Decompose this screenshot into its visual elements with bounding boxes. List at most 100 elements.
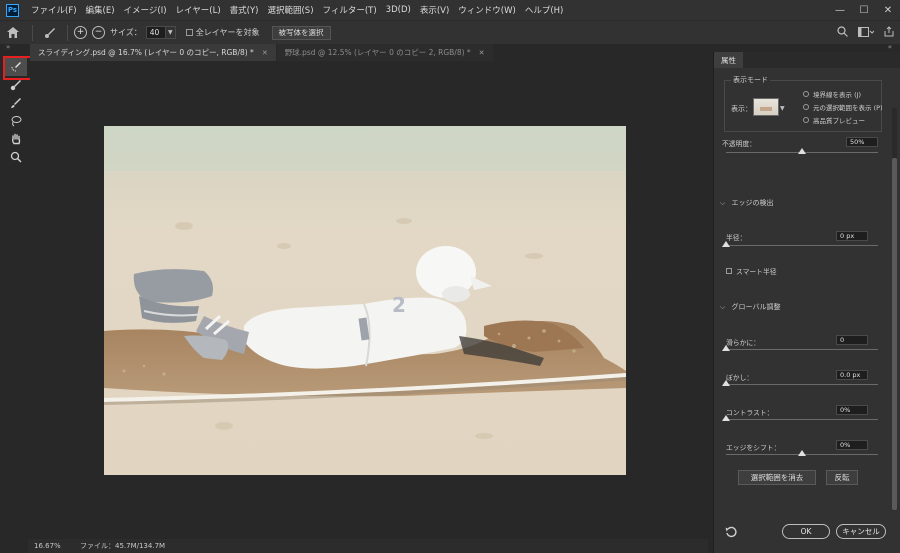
options-right-icons <box>837 21 894 45</box>
size-input[interactable]: 40 <box>145 26 166 39</box>
menu-window[interactable]: ウィンドウ(W) <box>458 4 516 16</box>
global-refinements-title: グローバル調整 <box>731 303 781 311</box>
shift-edge-input[interactable]: 0% <box>836 440 868 450</box>
menu-edit[interactable]: 編集(E) <box>86 4 115 16</box>
shift-edge-label: エッジをシフト： <box>726 444 781 452</box>
document-tabs: スライディング.psd @ 16.7% (レイヤー 0 のコピー, RGB/8)… <box>30 44 708 61</box>
show-original-label: 元の選択範囲を表示 (P) <box>813 104 883 112</box>
radius-input[interactable]: 0 px <box>836 231 868 241</box>
ok-button[interactable]: OK <box>782 524 830 539</box>
menu-filter[interactable]: フィルター(T) <box>323 4 377 16</box>
collapse-panel-icon[interactable]: « <box>888 43 892 51</box>
zoom-level[interactable]: 16.67% <box>28 542 68 550</box>
show-edge-checkbox[interactable] <box>803 91 809 97</box>
edge-detection-title: エッジの検出 <box>731 199 774 207</box>
opacity-slider[interactable] <box>726 148 878 154</box>
contrast-slider[interactable] <box>722 415 878 421</box>
minimize-button[interactable]: — <box>828 0 852 20</box>
properties-panel: 属性 表示モード 表示： ▼ 境界線を表示 (J) 元の選択範囲を表示 (P) … <box>713 52 900 553</box>
tab-baseball[interactable]: 野球.psd @ 12.5% (レイヤー 0 のコピー 2, RGB/8) * … <box>276 44 493 61</box>
opacity-slider-thumb[interactable] <box>798 148 806 154</box>
zoom-tool-icon[interactable] <box>5 148 27 166</box>
cancel-button[interactable]: キャンセル <box>836 524 886 539</box>
menu-3d[interactable]: 3D(D) <box>386 5 411 15</box>
active-tool-highlight <box>3 56 32 80</box>
invert-button[interactable]: 反転 <box>826 470 858 485</box>
menu-image[interactable]: イメージ(I) <box>124 4 167 16</box>
menu-layer[interactable]: レイヤー(L) <box>176 4 221 16</box>
menu-bar: Ps ファイル(F) 編集(E) イメージ(I) レイヤー(L) 書式(Y) 選… <box>0 0 900 20</box>
contrast-slider-thumb[interactable] <box>722 415 730 421</box>
feather-slider-thumb[interactable] <box>722 380 730 386</box>
global-refinements-header[interactable]: ⌵ グローバル調整 <box>720 302 780 312</box>
hand-tool-icon[interactable] <box>5 130 27 148</box>
edge-detection-header[interactable]: ⌵ エッジの検出 <box>720 198 774 208</box>
menu-select[interactable]: 選択範囲(S) <box>267 4 313 16</box>
close-icon[interactable]: ✕ <box>479 49 485 57</box>
workspace-icon[interactable] <box>858 26 875 40</box>
radius-slider-thumb[interactable] <box>722 241 730 247</box>
tab-sliding[interactable]: スライディング.psd @ 16.7% (レイヤー 0 のコピー, RGB/8)… <box>30 44 276 61</box>
home-icon[interactable] <box>0 21 26 45</box>
select-subject-button[interactable]: 被写体を選択 <box>271 25 331 40</box>
high-quality-preview-option[interactable]: 高品質プレビュー <box>803 115 865 125</box>
toolbar <box>3 56 32 166</box>
chevron-down-icon[interactable]: ▼ <box>780 105 785 112</box>
radius-slider[interactable] <box>722 241 878 247</box>
lasso-tool-icon[interactable] <box>5 112 27 130</box>
menu-view[interactable]: 表示(V) <box>420 4 449 16</box>
divider <box>32 24 33 41</box>
view-mode-thumbnail[interactable] <box>753 98 779 116</box>
clear-selection-button[interactable]: 選択範囲を消去 <box>738 470 816 485</box>
show-original-checkbox[interactable] <box>803 104 809 110</box>
canvas-area[interactable]: 2 <box>30 61 708 539</box>
collapse-toolbar-icon[interactable]: » <box>6 43 10 51</box>
file-size[interactable]: ファイル：45.7M/134.7M <box>68 541 165 551</box>
scrollbar-thumb[interactable] <box>892 158 897 510</box>
add-to-selection-icon[interactable]: + <box>74 26 87 39</box>
chevron-down-icon[interactable]: ▼ <box>165 26 176 39</box>
opacity-input[interactable]: 50% <box>846 137 878 147</box>
smooth-input[interactable]: 0 <box>836 335 868 345</box>
contrast-input[interactable]: 0% <box>836 405 868 415</box>
shift-edge-slider[interactable] <box>726 450 878 456</box>
feather-input[interactable]: 0.0 px <box>836 370 868 380</box>
tab-properties[interactable]: 属性 <box>714 52 743 68</box>
contrast-label: コントラスト： <box>726 409 774 417</box>
reset-icon[interactable] <box>725 526 737 541</box>
shift-edge-slider-thumb[interactable] <box>798 450 806 456</box>
svg-text:2: 2 <box>392 293 406 317</box>
smooth-slider-thumb[interactable] <box>722 345 730 351</box>
feather-label: ぼかし： <box>726 374 754 382</box>
high-quality-preview-checkbox[interactable] <box>803 117 809 123</box>
opacity-label: 不透明度： <box>722 140 756 148</box>
sample-all-layers-checkbox[interactable] <box>185 29 193 36</box>
panel-scrollbar[interactable] <box>892 108 897 510</box>
close-window-button[interactable]: ✕ <box>876 0 900 20</box>
brush-tool-icon[interactable] <box>5 94 27 112</box>
maximize-button[interactable]: ☐ <box>852 0 876 20</box>
smooth-slider[interactable] <box>722 345 878 351</box>
smart-radius-option[interactable]: スマート半径 <box>726 266 777 276</box>
share-icon[interactable] <box>884 26 894 40</box>
document-image[interactable]: 2 <box>104 126 626 475</box>
high-quality-preview-label: 高品質プレビュー <box>813 117 865 125</box>
smooth-label: 滑らかに： <box>726 339 760 347</box>
search-icon[interactable] <box>837 26 848 40</box>
show-original-option[interactable]: 元の選択範囲を表示 (P) <box>803 102 883 112</box>
quick-selection-tool-icon[interactable] <box>3 56 32 80</box>
close-icon[interactable]: ✕ <box>262 49 268 57</box>
menu-type[interactable]: 書式(Y) <box>230 4 259 16</box>
chevron-down-icon: ⌵ <box>720 303 726 311</box>
smart-radius-checkbox[interactable] <box>726 268 732 274</box>
feather-slider[interactable] <box>722 380 878 386</box>
status-bar: 16.67% ファイル：45.7M/134.7M <box>28 539 708 553</box>
subtract-from-selection-icon[interactable]: − <box>92 26 105 39</box>
menu-file[interactable]: ファイル(F) <box>31 4 77 16</box>
quick-selection-preset-icon[interactable] <box>39 24 61 42</box>
photoshop-window: Ps ファイル(F) 編集(E) イメージ(I) レイヤー(L) 書式(Y) 選… <box>0 0 900 553</box>
options-bar: + − サイズ： 40 ▼ 全レイヤーを対象 被写体を選択 <box>0 20 900 44</box>
show-edge-option[interactable]: 境界線を表示 (J) <box>803 89 861 99</box>
menu-help[interactable]: ヘルプ(H) <box>525 4 564 16</box>
photoshop-logo: Ps <box>6 3 19 17</box>
